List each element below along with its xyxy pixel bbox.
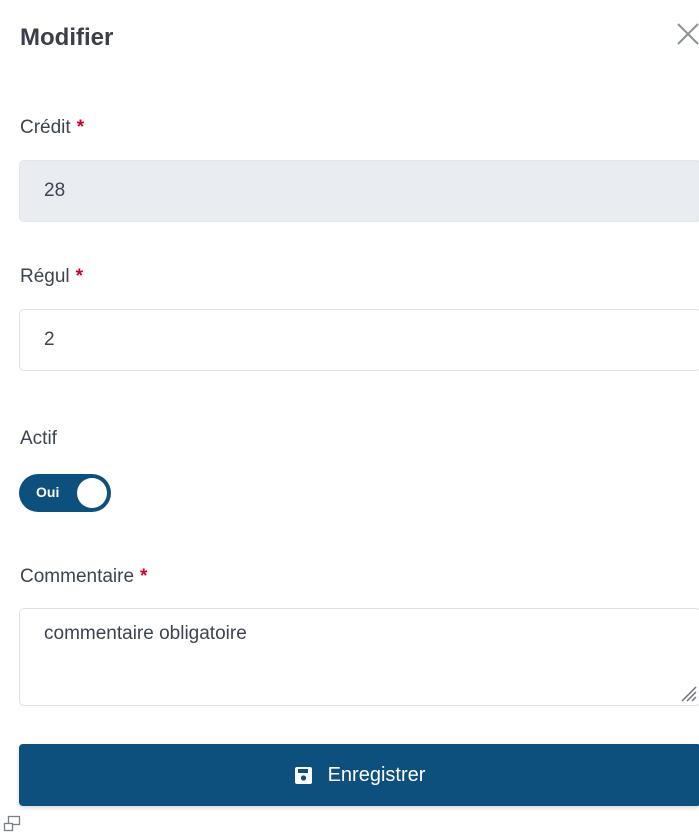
regul-input[interactable] <box>19 309 699 371</box>
toggle-text: Oui <box>36 484 60 500</box>
dialog-title: Modifier <box>20 24 114 51</box>
actif-label-text: Actif <box>20 428 57 449</box>
required-mark: * <box>76 117 85 138</box>
commentaire-label: Commentaire * <box>20 566 147 588</box>
window-restore-icon <box>3 815 21 832</box>
commentaire-field: commentaire obligatoire <box>19 608 699 706</box>
required-mark: * <box>140 566 148 587</box>
resize-handle-icon[interactable] <box>676 681 698 703</box>
edit-dialog: Modifier Crédit* Régul* Actif Oui Commen… <box>0 0 699 836</box>
commentaire-label-text: Commentaire <box>20 566 135 587</box>
toggle-knob <box>77 478 107 508</box>
close-icon[interactable] <box>672 14 699 48</box>
regul-label: Régul * <box>20 266 83 288</box>
floppy-disk-icon <box>294 766 312 784</box>
actif-label: Actif <box>20 428 57 450</box>
regul-label-text: Régul <box>20 266 70 287</box>
commentaire-textarea[interactable]: commentaire obligatoire <box>20 609 699 705</box>
actif-toggle[interactable]: Oui <box>19 474 111 512</box>
required-mark: * <box>75 266 84 287</box>
save-button[interactable]: Enregistrer <box>19 744 699 806</box>
credit-input <box>19 160 699 222</box>
save-button-label: Enregistrer <box>327 763 426 786</box>
credit-label: Crédit * <box>20 117 84 139</box>
credit-label-text: Crédit <box>20 117 71 138</box>
